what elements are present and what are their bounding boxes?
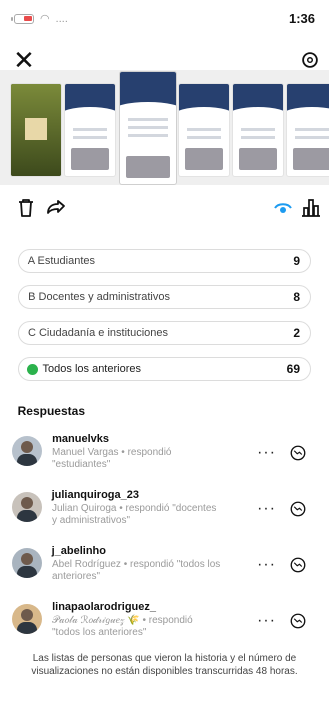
settings-icon[interactable] [299, 49, 321, 71]
response-username[interactable]: julianquiroga_23 [52, 489, 139, 501]
quiz-option: A Estudiantes 9 [18, 249, 311, 273]
quiz-results: A Estudiantes 9 B Docentes y administrat… [18, 249, 311, 393]
signal-icon: .... [55, 12, 68, 25]
avatar[interactable] [12, 604, 42, 634]
more-options-icon[interactable]: ··· [256, 500, 275, 518]
avatar[interactable] [12, 548, 42, 578]
views-icon[interactable] [271, 196, 295, 220]
responses-heading: Respuestas [18, 404, 86, 418]
response-username[interactable]: linapaolarodriguez_ [52, 601, 156, 613]
option-count: 9 [293, 254, 300, 268]
message-icon[interactable] [289, 444, 307, 462]
story-thumbnail[interactable] [287, 84, 329, 176]
wifi-icon: ◠ [40, 13, 50, 25]
quiz-option: C Ciudadanía e instituciones 2 [18, 321, 311, 345]
option-letter: A [28, 255, 35, 267]
list-item[interactable]: manuelvks Manuel Vargas • respondió "est… [0, 430, 329, 486]
response-detail: 𝒫𝒶𝑜𝓁𝒶 ℛ𝑜𝒹𝓇𝒾𝑔𝓊𝑒𝓏 🌾 • respondió "todos los… [52, 615, 193, 638]
story-thumbnail[interactable] [233, 84, 283, 176]
share-icon[interactable] [44, 196, 68, 220]
response-detail: Abel Rodríguez • respondió "todos los an… [52, 559, 221, 582]
avatar[interactable] [12, 492, 42, 522]
more-options-icon[interactable]: ··· [256, 444, 275, 462]
status-bar: 1:36 .... ◠ [0, 0, 329, 38]
story-actions [0, 196, 329, 226]
story-thumbnail[interactable] [65, 84, 115, 176]
story-thumbnail[interactable] [179, 84, 229, 176]
status-time: 1:36 [288, 11, 315, 26]
response-detail: Julian Quiroga • respondió "docentes y a… [52, 503, 217, 526]
story-thumbnail-strip [0, 70, 329, 185]
option-label: Ciudadanía e instituciones [39, 327, 169, 339]
quiz-option: B Docentes y administrativos 8 [18, 285, 311, 309]
option-count: 8 [293, 290, 300, 304]
list-item[interactable]: j_abelinho Abel Rodríguez • respondió "t… [0, 542, 329, 598]
option-label: Estudiantes [37, 255, 96, 267]
story-insights-screen: 1:36 .... ◠ ✕ A Estudiantes 9 B Docentes… [0, 0, 329, 704]
more-options-icon[interactable]: ··· [256, 612, 275, 630]
response-detail: Manuel Vargas • respondió "estudiantes" [52, 447, 172, 470]
viewers-expiry-note: Las listas de personas que vieron la his… [31, 653, 298, 677]
avatar[interactable] [12, 436, 42, 466]
story-thumbnail[interactable] [11, 84, 61, 176]
option-label: Docentes y administrativos [38, 291, 170, 303]
correct-check-icon [27, 364, 38, 375]
battery-icon [14, 13, 34, 24]
option-count: 2 [293, 326, 300, 340]
delete-icon[interactable] [14, 196, 38, 220]
quiz-option-correct: Todos los anteriores 69 [18, 357, 311, 381]
more-options-icon[interactable]: ··· [256, 556, 275, 574]
option-count: 69 [286, 362, 300, 376]
option-letter: C [28, 327, 36, 339]
option-letter: B [28, 291, 36, 303]
message-icon[interactable] [289, 500, 307, 518]
message-icon[interactable] [289, 556, 307, 574]
option-label: Todos los anteriores [43, 363, 142, 375]
list-item[interactable]: linapaolarodriguez_ 𝒫𝒶𝑜𝓁𝒶 ℛ𝑜𝒹𝓇𝒾𝑔𝓊𝑒𝓏 🌾 • … [0, 598, 329, 654]
story-thumbnail-selected[interactable] [120, 72, 176, 184]
list-item[interactable]: julianquiroga_23 Julian Quiroga • respon… [0, 486, 329, 542]
response-username[interactable]: manuelvks [52, 433, 109, 445]
insights-icon[interactable] [299, 196, 323, 220]
responses-list: manuelvks Manuel Vargas • respondió "est… [0, 430, 329, 654]
response-username[interactable]: j_abelinho [52, 545, 106, 557]
status-icons: .... ◠ [14, 12, 68, 25]
message-icon[interactable] [289, 612, 307, 630]
